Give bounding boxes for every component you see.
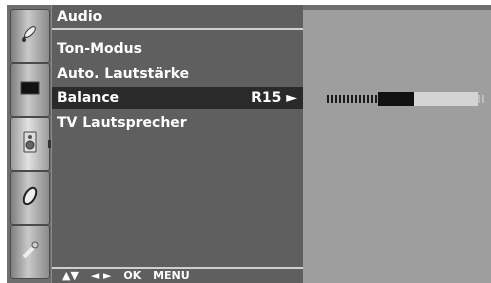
menu-item-label: Auto. Lautstärke <box>57 66 190 82</box>
rail-tab-picture[interactable] <box>10 63 50 117</box>
menu-item-balance[interactable]: Balance R15 ► <box>52 87 303 109</box>
osd-frame: Audio Ton-Modus Auto. Lautstärke Balance… <box>7 5 491 283</box>
menu-item-label: Balance <box>57 90 120 106</box>
menu-item-label: TV Lautsprecher <box>57 115 187 131</box>
menu-item-ton-modus[interactable]: Ton-Modus <box>52 38 303 60</box>
rail-tab-options[interactable] <box>10 225 50 279</box>
menu-hint: MENU <box>153 269 190 282</box>
balance-left-ticks <box>327 95 378 103</box>
rail-tab-setup[interactable] <box>10 9 50 63</box>
satellite-dish-icon <box>19 23 41 49</box>
balance-right-fill <box>414 92 478 106</box>
balance-adjust-panel <box>303 10 491 283</box>
up-down-arrows-icon: ▲▼ <box>62 269 79 282</box>
balance-right-ticks <box>478 95 486 103</box>
menu-item-tv-lautsprecher[interactable]: TV Lautsprecher <box>52 112 303 134</box>
balance-slider[interactable] <box>327 92 487 106</box>
screen-icon <box>19 79 41 101</box>
rail-tab-audio[interactable] <box>10 117 52 171</box>
navigation-hint-bar: ▲▼ ◄ ► OK MENU <box>52 267 303 283</box>
wrench-icon <box>19 239 41 265</box>
ok-hint: OK <box>123 269 142 282</box>
menu-item-auto-lautstaerke[interactable]: Auto. Lautstärke <box>52 63 303 85</box>
audio-menu-panel: Audio Ton-Modus Auto. Lautstärke Balance… <box>51 5 303 283</box>
menu-category-rail <box>7 5 52 283</box>
rail-tab-time[interactable] <box>10 171 50 225</box>
balance-indicator <box>378 92 414 106</box>
left-right-arrows-icon: ◄ ► <box>90 269 112 282</box>
menu-item-label: Ton-Modus <box>57 41 142 57</box>
speaker-icon <box>22 131 38 157</box>
balance-value: R15 ► <box>251 90 297 106</box>
disc-icon <box>19 185 41 211</box>
menu-title: Audio <box>52 5 303 30</box>
